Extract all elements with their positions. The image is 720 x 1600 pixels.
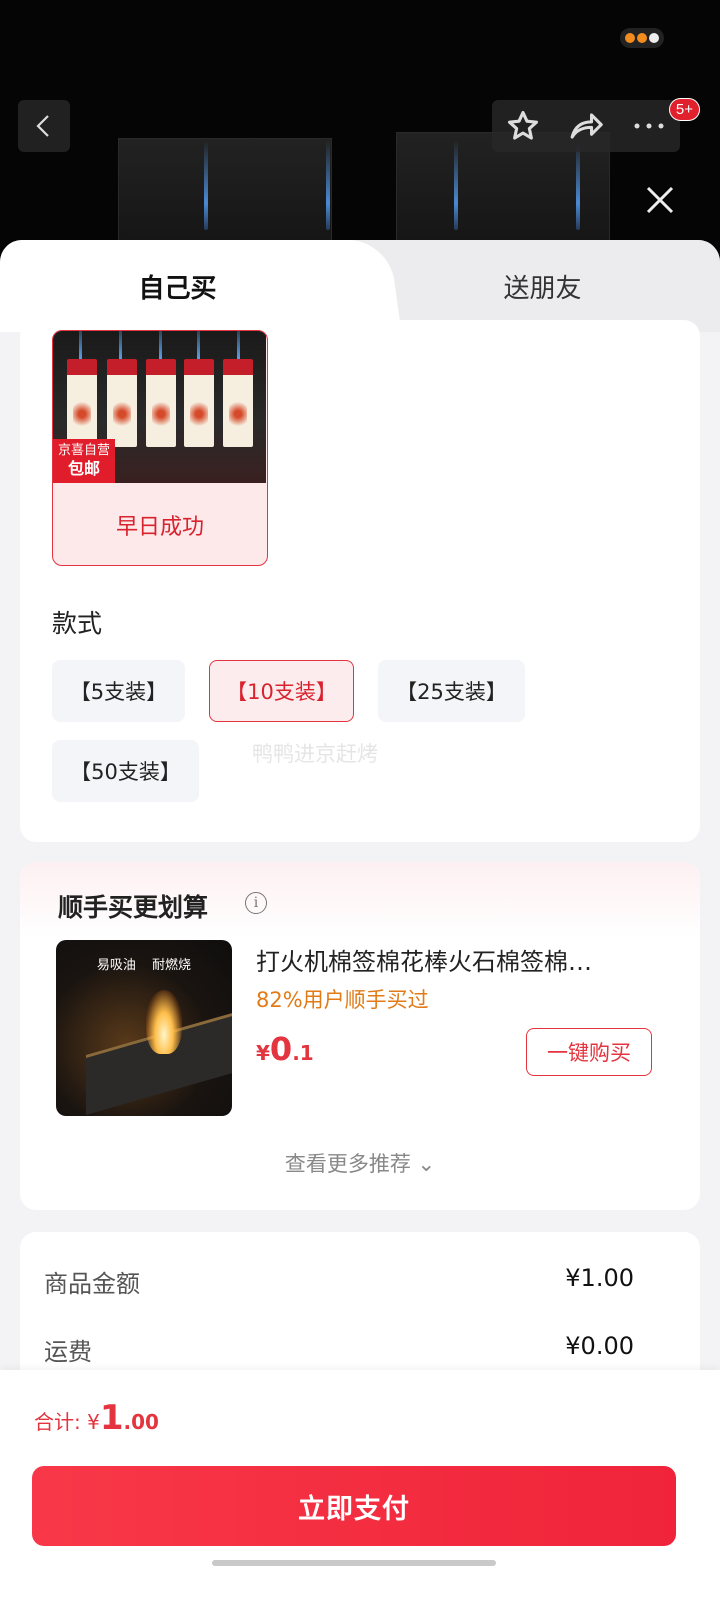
style-option-10[interactable]: 【10支装】 xyxy=(209,660,354,722)
more-recommendations-link[interactable]: 查看更多推荐 ⌄ xyxy=(0,1148,720,1178)
jd-self-operated-tag: 京喜自营 包邮 xyxy=(53,439,115,483)
top-nav-actions xyxy=(492,100,680,152)
home-indicator[interactable] xyxy=(212,1560,496,1566)
info-icon[interactable]: i xyxy=(245,892,267,914)
share-icon[interactable] xyxy=(568,109,604,143)
pay-now-button[interactable]: 立即支付 xyxy=(32,1466,676,1546)
back-button[interactable] xyxy=(18,100,70,152)
addon-image-caption: 易吸油 耐燃烧 xyxy=(96,958,192,973)
recording-indicator-icon xyxy=(620,28,664,48)
star-icon[interactable] xyxy=(506,109,540,143)
cost-row-shipping: 运费 ¥0.00 xyxy=(44,1332,634,1366)
buy-together-title: 顺手买更划算 xyxy=(58,893,209,922)
close-button[interactable] xyxy=(642,182,678,218)
one-click-buy-button[interactable]: 一键购买 xyxy=(526,1028,652,1076)
style-option-25[interactable]: 【25支装】 xyxy=(378,660,525,722)
cost-row-goods: 商品金额 ¥1.00 xyxy=(44,1264,634,1298)
close-icon xyxy=(646,186,674,214)
tab-bar: 自己买 送朋友 xyxy=(0,240,720,332)
addon-buy-rate: 82%用户顺手买过 xyxy=(256,988,429,1012)
addon-price: ¥0.1 xyxy=(256,1030,314,1068)
variant-label: 早日成功 xyxy=(115,515,204,540)
addon-product-name[interactable]: 打火机棉签棉花棒火石棉签棉… xyxy=(256,942,646,977)
chevron-left-icon xyxy=(36,115,49,137)
notification-badge: 5+ xyxy=(668,98,700,121)
more-icon[interactable] xyxy=(632,121,666,131)
style-option-50[interactable]: 【50支装】 xyxy=(52,740,199,802)
tab-gift-friend[interactable]: 送朋友 xyxy=(355,240,720,332)
addon-product-image[interactable]: 易吸油 耐燃烧 xyxy=(56,940,232,1116)
style-option-5[interactable]: 【5支装】 xyxy=(52,660,185,722)
style-section-title: 款式 xyxy=(52,609,103,638)
total-amount: 合计: ¥1.00 xyxy=(34,1398,159,1438)
watermark: 鸭鸭进京赶烤 xyxy=(252,742,378,766)
tab-buy-self[interactable]: 自己买 xyxy=(0,240,355,332)
variant-option-selected[interactable]: 京喜自营 包邮 早日成功 xyxy=(52,330,268,566)
variant-image: 京喜自营 包邮 xyxy=(53,331,266,483)
